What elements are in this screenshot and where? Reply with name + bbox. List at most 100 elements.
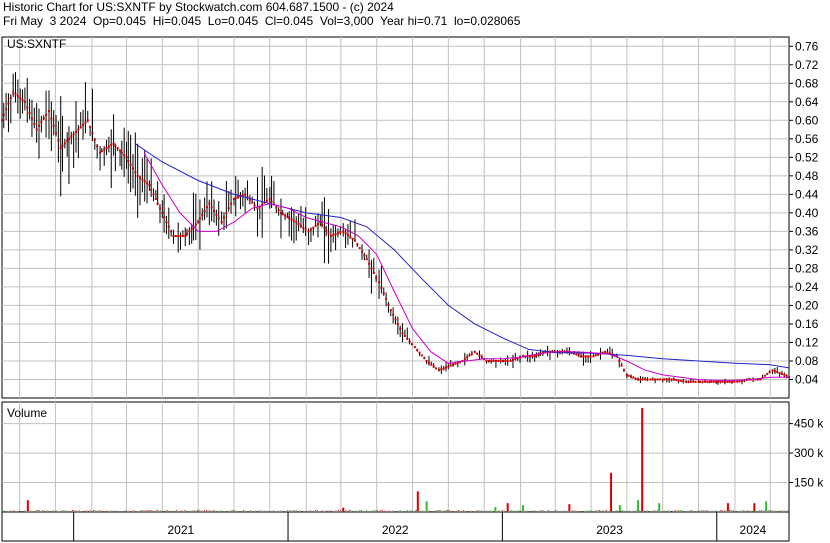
close-dot: [45, 113, 48, 116]
close-dot: [363, 254, 366, 257]
close-dot: [167, 225, 170, 228]
close-dot: [332, 234, 335, 237]
close-dot: [575, 353, 578, 356]
close-dot: [70, 135, 73, 138]
price-tick-label: 0.20: [795, 298, 819, 312]
close-dot: [67, 137, 70, 140]
close-dot: [511, 359, 514, 362]
close-dot: [323, 226, 326, 229]
close-dot: [531, 355, 534, 358]
close-dot: [661, 378, 664, 381]
close-dot: [382, 292, 385, 295]
close-dot: [116, 147, 119, 150]
close-dot: [230, 202, 233, 205]
close-dot: [28, 111, 31, 114]
volume-tick-label: 300 k: [794, 446, 824, 460]
close-dot: [663, 378, 666, 381]
close-dot: [325, 229, 328, 232]
close-dot: [72, 133, 75, 136]
close-dot: [244, 193, 247, 196]
close-dot: [706, 380, 709, 383]
close-dot: [100, 150, 103, 153]
close-dot: [618, 359, 621, 362]
close-dot: [728, 380, 731, 383]
close-dot: [38, 124, 41, 127]
close-dot: [589, 355, 592, 358]
close-dot: [592, 355, 595, 358]
close-dot: [361, 250, 364, 253]
close-dot: [649, 378, 652, 381]
close-dot: [129, 163, 132, 166]
close-dot: [172, 235, 175, 238]
close-dot: [368, 262, 371, 265]
close-dot: [620, 364, 623, 367]
close-dot: [435, 367, 438, 370]
close-dot: [288, 217, 291, 220]
close-dot: [466, 356, 469, 359]
close-dot: [279, 211, 282, 214]
close-dot: [418, 351, 421, 354]
close-dot: [403, 334, 406, 337]
price-tick-label: 0.24: [795, 280, 819, 294]
close-dot: [75, 130, 78, 133]
close-dot: [143, 180, 146, 183]
volume-spike: [425, 501, 428, 511]
close-dot: [316, 222, 319, 225]
price-tick-label: 0.64: [795, 95, 819, 109]
close-dot: [217, 217, 220, 220]
close-dot: [299, 224, 302, 227]
close-dot: [225, 211, 228, 214]
close-dot: [295, 221, 298, 224]
close-dot: [227, 207, 230, 210]
close-dot: [84, 121, 87, 124]
close-dot: [16, 95, 19, 98]
price-tick-label: 0.44: [795, 187, 819, 201]
volume-spike: [658, 503, 661, 511]
close-dot: [134, 171, 137, 174]
close-dot: [416, 348, 419, 351]
close-dot: [632, 376, 635, 379]
close-dot: [533, 355, 536, 358]
close-dot: [771, 369, 774, 372]
close-dot: [170, 230, 173, 233]
close-dot: [346, 234, 349, 237]
close-dot: [105, 147, 108, 150]
volume-spike: [521, 505, 524, 511]
price-tick-label: 0.56: [795, 132, 819, 146]
close-dot: [708, 380, 711, 383]
close-dot: [622, 369, 625, 372]
close-dot: [327, 232, 330, 235]
close-dot: [449, 364, 452, 367]
close-dot: [163, 216, 166, 219]
close-dot: [514, 358, 517, 361]
volume-spike: [610, 472, 613, 511]
close-dot: [641, 378, 644, 381]
close-dot: [406, 337, 409, 340]
close-dot: [370, 267, 373, 270]
close-dot: [33, 123, 36, 126]
close-dot: [197, 221, 200, 224]
close-dot: [442, 367, 445, 370]
close-dot: [668, 378, 671, 381]
volume-spike: [342, 507, 345, 511]
close-dot: [606, 351, 609, 354]
close-dot: [385, 297, 388, 300]
price-tick-label: 0.36: [795, 224, 819, 238]
close-dot: [50, 117, 53, 120]
close-dot: [188, 230, 191, 233]
close-dot: [485, 359, 488, 362]
close-dot: [86, 119, 89, 122]
close-dot: [127, 160, 130, 163]
close-dot: [55, 132, 58, 135]
volume-spike: [765, 501, 768, 511]
price-tick-label: 0.16: [795, 317, 819, 331]
close-dot: [336, 232, 339, 235]
chart-title-symbol: US:SXNTF: [7, 37, 66, 51]
close-dot: [375, 276, 378, 279]
close-dot: [112, 142, 115, 145]
close-dot: [658, 378, 661, 381]
close-dot: [731, 380, 734, 383]
close-dot: [494, 359, 497, 362]
close-dot: [307, 230, 310, 233]
close-dot: [776, 371, 779, 374]
